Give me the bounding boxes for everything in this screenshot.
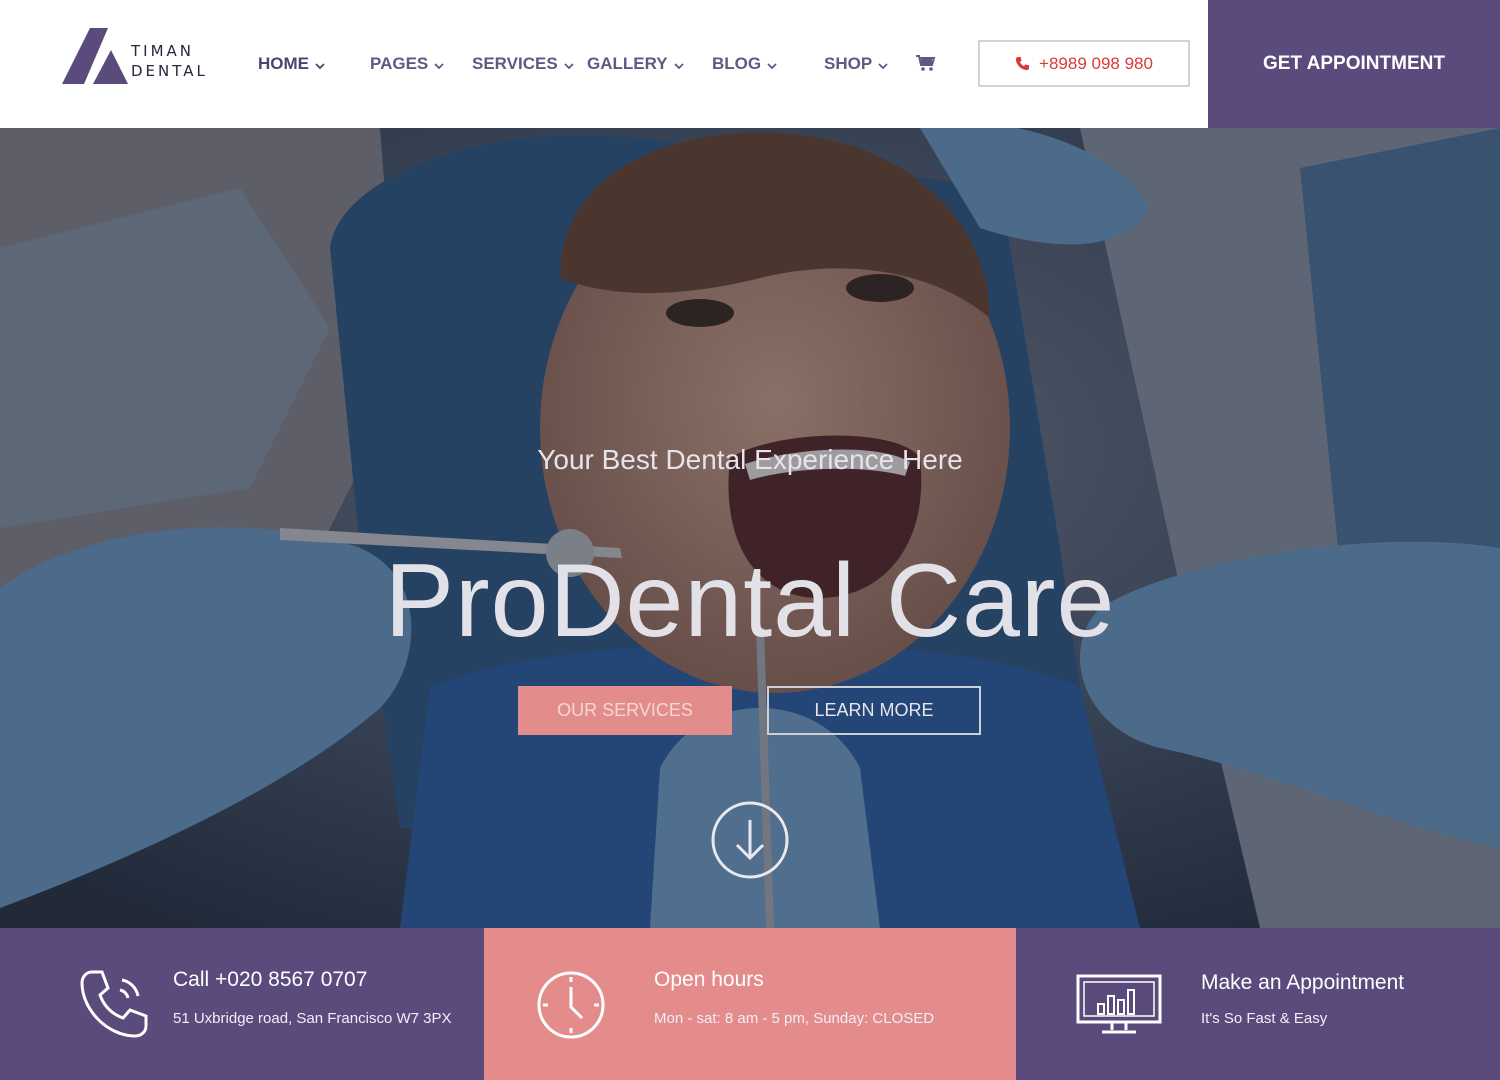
nav-item-shop[interactable]: SHOP — [824, 52, 889, 76]
clock-icon — [537, 971, 605, 1039]
nav-item-label: BLOG — [712, 54, 762, 73]
nav-item-label: SHOP — [824, 54, 873, 73]
learn-more-button[interactable]: LEARN MORE — [767, 686, 981, 735]
logo-mark-icon — [62, 28, 128, 84]
hero-section: Your Best Dental Experience Here ProDent… — [0, 128, 1500, 928]
nav-item-label: GALLERY — [587, 54, 668, 73]
monitor-chart-icon — [1076, 974, 1162, 1034]
info-hours-title: Open hours — [654, 968, 764, 991]
info-appointment-panel: Make an Appointment It's So Fast & Easy — [1016, 928, 1500, 1080]
info-call-title: Call +020 8567 0707 — [173, 968, 368, 991]
chevron-down-icon — [564, 62, 574, 69]
nav-item-label: HOME — [258, 54, 309, 73]
chevron-down-icon — [315, 62, 325, 69]
nav-item-gallery[interactable]: GALLERY — [587, 52, 685, 76]
info-hours-text: Mon - sat: 8 am - 5 pm, Sunday: CLOSED — [654, 1010, 935, 1027]
chevron-down-icon — [673, 62, 684, 69]
info-call-address: 51 Uxbridge road, San Francisco W7 3PX — [173, 1010, 452, 1027]
info-appointment-title: Make an Appointment — [1201, 971, 1405, 994]
hero-title: ProDental Care — [384, 543, 1116, 659]
header-phone-number: +8989 098 980 — [1039, 53, 1153, 73]
nav-item-home[interactable]: HOME — [258, 52, 326, 76]
cart-icon[interactable] — [916, 54, 936, 72]
phone-icon — [1015, 56, 1030, 71]
nav-item-label: PAGES — [370, 54, 429, 73]
info-hours-panel: Open hours Mon - sat: 8 am - 5 pm, Sunda… — [484, 928, 1016, 1080]
logo[interactable]: TIMAN DENTAL — [62, 28, 222, 86]
get-appointment-button[interactable]: GET APPOINTMENT — [1208, 0, 1500, 128]
nav-item-services[interactable]: SERVICES — [472, 52, 575, 76]
phone-call-icon — [80, 970, 148, 1038]
header-phone-button[interactable]: +8989 098 980 — [978, 40, 1190, 87]
logo-line-1: TIMAN — [131, 42, 195, 60]
our-services-button[interactable]: OUR SERVICES — [518, 686, 732, 735]
arrow-down-circle-icon[interactable] — [710, 800, 790, 880]
info-call-panel: Call +020 8567 0707 51 Uxbridge road, Sa… — [0, 928, 484, 1080]
logo-line-2: DENTAL — [131, 62, 208, 80]
chevron-down-icon — [434, 62, 444, 69]
nav-item-blog[interactable]: BLOG — [712, 52, 778, 76]
nav-item-pages[interactable]: PAGES — [370, 52, 445, 76]
hero-subtitle: Your Best Dental Experience Here — [537, 444, 963, 475]
logo-text: TIMAN DENTAL — [131, 41, 208, 81]
chevron-down-icon — [878, 62, 888, 69]
chevron-down-icon — [767, 62, 777, 69]
site-header: TIMAN DENTAL HOME PAGES SERVICES GALLERY… — [0, 0, 1500, 128]
info-appointment-text: It's So Fast & Easy — [1201, 1010, 1328, 1027]
nav-item-label: SERVICES — [472, 54, 558, 73]
